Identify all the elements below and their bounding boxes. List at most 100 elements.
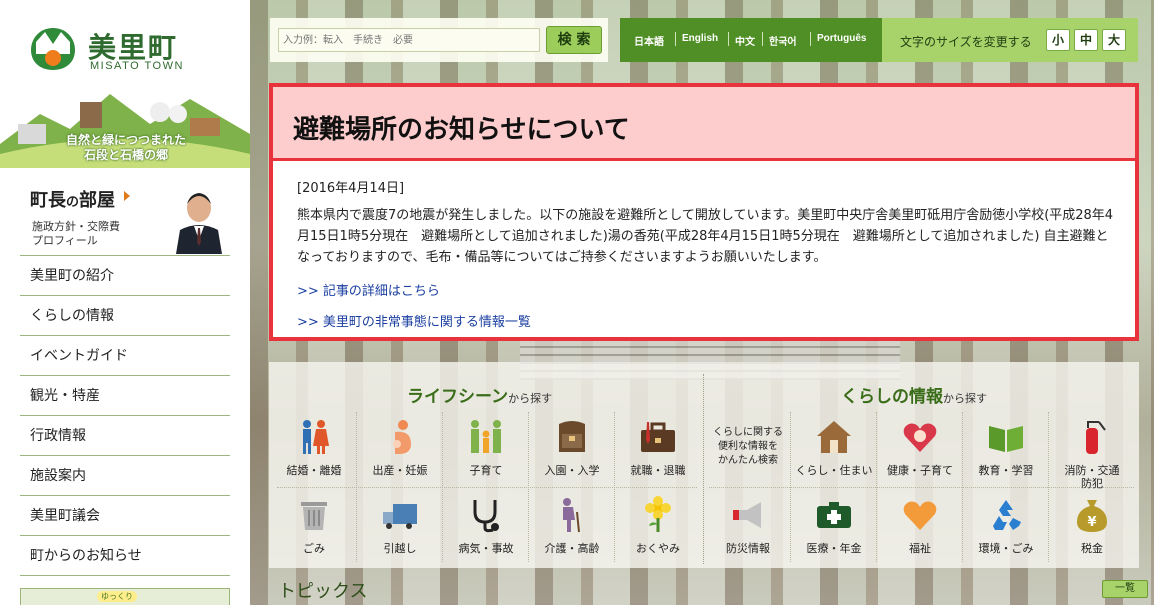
easy-search-note-line-1: くらしに関する xyxy=(713,427,783,438)
topics-more-button[interactable]: 一覧 xyxy=(1102,580,1148,598)
category-label: 介護・高齢 xyxy=(544,542,600,555)
search-button[interactable]: 検 索 xyxy=(546,26,602,54)
mayor-photo xyxy=(170,180,228,254)
category-garbage[interactable]: ごみ xyxy=(271,492,357,566)
category-label: 福祉 xyxy=(909,542,931,555)
pregnancy-icon xyxy=(393,420,411,454)
sidebar-item-administration[interactable]: 行政情報 xyxy=(20,416,230,456)
category-employment[interactable]: 就職・退職 xyxy=(615,414,701,488)
category-pregnancy[interactable]: 出産・妊娠 xyxy=(357,414,443,488)
category-health[interactable]: 健康・子育て xyxy=(877,414,963,488)
sidebar-item-living-info[interactable]: くらしの情報 xyxy=(20,296,230,336)
category-label: 防災情報 xyxy=(726,542,770,555)
site-logo[interactable]: 美里町 MISATO TOWN xyxy=(28,24,218,76)
school-bag-icon xyxy=(559,421,585,452)
stethoscope-icon xyxy=(473,500,499,533)
category-moving[interactable]: 引越し xyxy=(357,492,443,566)
sidebar-item-facilities[interactable]: 施設案内 xyxy=(20,456,230,496)
sidebar-item-town-council[interactable]: 美里町議会 xyxy=(20,496,230,536)
category-label: 引越し xyxy=(383,542,417,555)
megaphone-icon xyxy=(733,502,761,528)
life-scene-heading-main: ライフシーン xyxy=(407,387,509,407)
topics-title: トピックス xyxy=(278,581,368,602)
recycle-icon xyxy=(993,500,1021,530)
lang-chinese[interactable]: 中文 xyxy=(735,33,755,48)
category-condolence[interactable]: おくやみ xyxy=(615,492,701,566)
briefcase-icon xyxy=(641,422,675,452)
search-bar: 検 索 xyxy=(270,18,608,62)
divider xyxy=(703,374,704,564)
search-input[interactable] xyxy=(278,28,540,52)
category-environment[interactable]: 環境・ごみ xyxy=(963,492,1049,566)
divider xyxy=(728,32,729,46)
moving-truck-icon xyxy=(383,504,417,529)
divider xyxy=(762,32,763,46)
mayor-sub-policy: 施政方針・交際費 xyxy=(32,220,120,233)
category-childcare[interactable]: 子育て xyxy=(443,414,529,488)
category-label-line-2: 防犯 xyxy=(1081,477,1103,490)
sidebar-item-event-guide[interactable]: イベントガイド xyxy=(20,336,230,376)
notice-detail-link[interactable]: >> 記事の詳細はこちら xyxy=(297,280,440,299)
notice-date: [2016年4月14日] xyxy=(297,181,405,196)
elderly-icon xyxy=(563,498,580,533)
mayor-room-subtitle: 施政方針・交際費 プロフィール xyxy=(32,220,120,248)
living-info-heading-main: くらしの情報 xyxy=(841,387,943,407)
lang-portuguese[interactable]: Português xyxy=(817,33,866,44)
category-label: 消防・交通 防犯 xyxy=(1049,464,1135,490)
category-label: 環境・ごみ xyxy=(978,542,1034,555)
svg-text:¥: ¥ xyxy=(1087,515,1096,530)
category-panel: ライフシーンから探す くらしの情報から探す 結婚・離婚 出産・妊娠 子育て 入園… xyxy=(269,362,1139,568)
category-illness[interactable]: 病気・事故 xyxy=(443,492,529,566)
font-size-large-button[interactable]: 大 xyxy=(1102,29,1126,51)
category-label: おくやみ xyxy=(636,542,680,555)
lang-korean[interactable]: 한국어 xyxy=(769,33,797,48)
book-icon xyxy=(989,426,1023,452)
house-icon xyxy=(817,421,851,453)
mayor-sub-profile: プロフィール xyxy=(32,234,98,247)
category-marriage[interactable]: 結婚・離婚 xyxy=(271,414,357,488)
easy-search-note[interactable]: くらしに関する 便利な情報を かんたん検索 xyxy=(705,426,791,468)
mayor-room-link[interactable]: 町長の部屋 施政方針・交際費 プロフィール xyxy=(20,178,230,256)
font-size-small-button[interactable]: 小 xyxy=(1046,29,1070,51)
category-welfare[interactable]: 福祉 xyxy=(877,492,963,566)
notice-emergency-list-link[interactable]: >> 美里町の非常事態に関する情報一覧 xyxy=(297,311,531,330)
easy-search-note-line-3: かんたん検索 xyxy=(718,455,778,466)
emergency-notice: 避難場所のお知らせについて [2016年4月14日] 熊本県内で震度7の地震が発… xyxy=(269,83,1139,341)
category-education[interactable]: 教育・学習 xyxy=(963,414,1049,488)
category-medical-pension[interactable]: 医療・年金 xyxy=(791,492,877,566)
chrysanthemum-icon xyxy=(645,496,671,532)
heart-icon xyxy=(903,501,937,530)
category-label: くらし・住まい xyxy=(795,464,873,477)
font-size-label: 文字のサイズを変更する xyxy=(900,35,1032,49)
category-label: 医療・年金 xyxy=(806,542,862,555)
font-size-bar: 文字のサイズを変更する 小 中 大 xyxy=(882,18,1138,62)
category-label: 入園・入学 xyxy=(544,464,600,477)
life-scene-heading-suffix: から探す xyxy=(508,392,553,405)
divider xyxy=(810,32,811,46)
category-fire-safety[interactable]: 消防・交通 防犯 xyxy=(1049,414,1135,490)
lang-english[interactable]: English xyxy=(682,33,718,44)
lang-japanese[interactable]: 日本語 xyxy=(634,33,664,48)
category-label: 就職・退職 xyxy=(630,464,686,477)
chevron-right-icon xyxy=(124,191,130,201)
trash-can-icon xyxy=(301,502,327,530)
sidebar-banner[interactable]: ゆっくり xyxy=(20,588,230,605)
sidebar-item-tourism[interactable]: 観光・特産 xyxy=(20,376,230,416)
category-tax[interactable]: ¥ 税金 xyxy=(1049,492,1135,566)
category-label: 病気・事故 xyxy=(458,542,514,555)
sidebar-item-town-intro[interactable]: 美里町の紹介 xyxy=(20,256,230,296)
category-label: 税金 xyxy=(1081,542,1103,555)
sidebar: 美里町 MISATO TOWN 自然と緑につつまれた 石段と石橋の郷 町長の部屋… xyxy=(0,0,250,605)
category-label: 子育て xyxy=(469,464,503,477)
family-icon xyxy=(471,420,501,453)
tagline-line-1: 自然と緑につつまれた xyxy=(65,133,186,147)
category-label: 教育・学習 xyxy=(978,464,1034,477)
category-school-entry[interactable]: 入園・入学 xyxy=(529,414,615,488)
category-housing[interactable]: くらし・住まい xyxy=(791,414,877,488)
font-size-medium-button[interactable]: 中 xyxy=(1074,29,1098,51)
sidebar-item-announcements[interactable]: 町からのお知らせ xyxy=(20,536,230,576)
category-disaster-info[interactable]: 防災情報 xyxy=(705,492,791,566)
category-elderly-care[interactable]: 介護・高齢 xyxy=(529,492,615,566)
couple-icon xyxy=(303,420,329,454)
category-label: 出産・妊娠 xyxy=(372,464,428,477)
